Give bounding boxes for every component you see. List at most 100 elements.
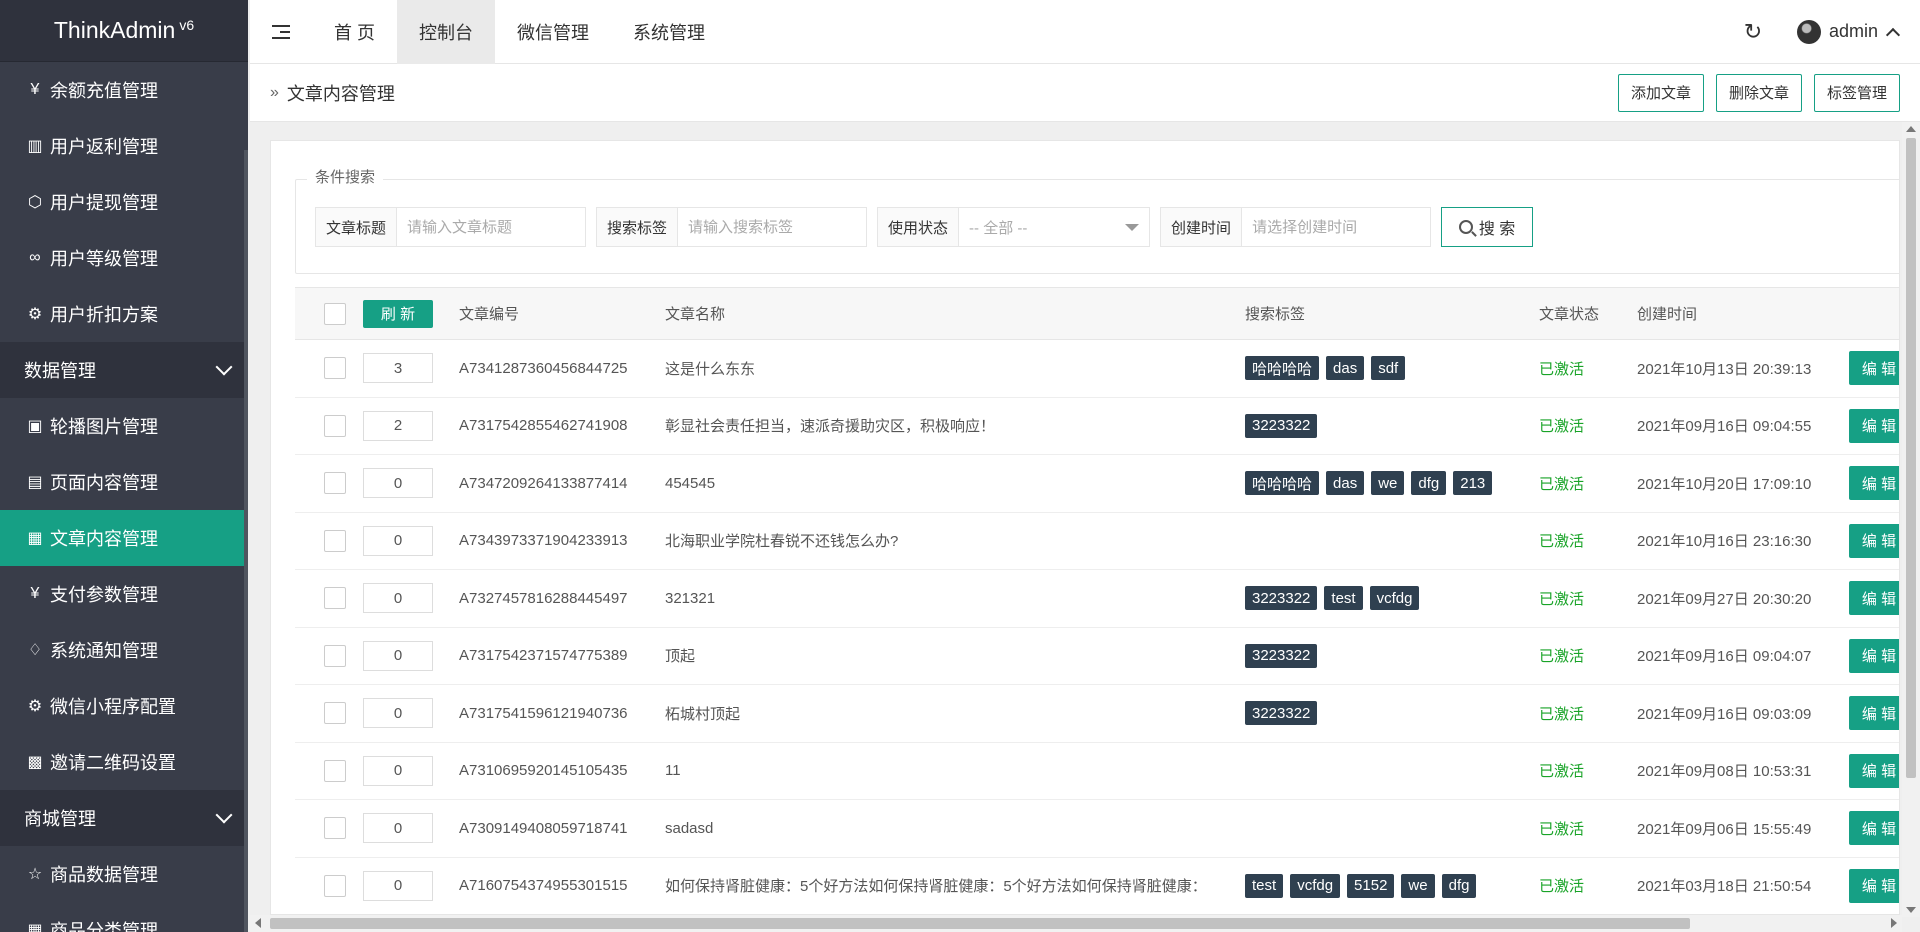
- user-menu[interactable]: admin: [1781, 0, 1920, 64]
- sidebar-item[interactable]: ⚙ 微信小程序配置: [0, 678, 248, 734]
- edit-button[interactable]: 编 辑: [1849, 753, 1899, 788]
- scroll-right-icon[interactable]: [1891, 918, 1897, 928]
- top-tab[interactable]: 首 页: [312, 0, 397, 64]
- sidebar-item[interactable]: ⚙ 用户折扣方案: [0, 286, 248, 342]
- edit-button[interactable]: 编 辑: [1849, 523, 1899, 558]
- time-search-input[interactable]: [1242, 208, 1431, 246]
- sidebar-item[interactable]: ⬡ 用户提现管理: [0, 174, 248, 230]
- sidebar-item[interactable]: ♢ 系统通知管理: [0, 622, 248, 678]
- top-tab[interactable]: 控制台: [397, 0, 496, 64]
- edit-button[interactable]: 编 辑: [1849, 696, 1899, 731]
- app-logo[interactable]: ThinkAdmin v6: [0, 0, 248, 62]
- sort-input[interactable]: 0: [363, 755, 433, 786]
- article-tags: 哈哈哈哈 das we dfg 213: [1245, 471, 1539, 496]
- article-code: A7347209264133877414: [459, 474, 628, 492]
- edit-button[interactable]: 编 辑: [1849, 811, 1899, 846]
- sidebar-item[interactable]: ¥ 余额充值管理: [0, 62, 248, 118]
- sort-input[interactable]: 2: [363, 410, 433, 441]
- chevron-down-icon: [215, 806, 233, 824]
- row-checkbox[interactable]: [324, 644, 346, 667]
- status-badge: 已激活: [1539, 590, 1585, 608]
- sort-input[interactable]: 0: [363, 698, 433, 729]
- sidebar-group-shop[interactable]: 商城管理: [0, 790, 248, 846]
- page-horizontal-scrollbar[interactable]: [250, 915, 1902, 932]
- tag-badge: 213: [1453, 471, 1493, 496]
- header-status: 文章状态: [1539, 306, 1600, 323]
- article-name: sadasd: [665, 819, 714, 837]
- menu-fold-icon: [272, 24, 290, 39]
- search-button[interactable]: 搜 索: [1441, 207, 1534, 247]
- page-vertical-scrollbar[interactable]: [1902, 122, 1920, 917]
- edit-button[interactable]: 编 辑: [1849, 581, 1899, 616]
- edit-button[interactable]: 编 辑: [1849, 466, 1899, 501]
- sidebar-item[interactable]: ☆ 商品数据管理: [0, 846, 248, 902]
- time-filter: 创建时间: [1160, 207, 1432, 247]
- top-tab[interactable]: 系统管理: [611, 0, 727, 64]
- sidebar-item[interactable]: ▩ 邀请二维码设置: [0, 734, 248, 790]
- tag-manage-button[interactable]: 标签管理: [1813, 73, 1900, 112]
- sidebar-item-label: 轮播图片管理: [50, 417, 158, 437]
- edit-button[interactable]: 编 辑: [1849, 408, 1899, 443]
- sort-input[interactable]: 0: [363, 870, 433, 901]
- row-checkbox[interactable]: [324, 874, 346, 897]
- row-checkbox[interactable]: [324, 529, 346, 552]
- sidebar-item-label: 用户提现管理: [50, 193, 158, 213]
- edit-button[interactable]: 编 辑: [1849, 868, 1899, 903]
- refresh-icon[interactable]: ↻: [1725, 0, 1781, 64]
- sidebar-group-data[interactable]: 数据管理: [0, 342, 248, 398]
- top-tab[interactable]: 微信管理: [495, 0, 611, 64]
- row-checkbox[interactable]: [324, 357, 346, 380]
- row-checkbox[interactable]: [324, 587, 346, 610]
- sort-input[interactable]: 0: [363, 525, 433, 556]
- edit-button[interactable]: 编 辑: [1849, 638, 1899, 673]
- row-checkbox[interactable]: [324, 759, 346, 782]
- tag-badge: test: [1245, 873, 1284, 898]
- select-all-checkbox[interactable]: [324, 302, 346, 325]
- scroll-left-icon[interactable]: [255, 918, 261, 928]
- row-checkbox[interactable]: [324, 472, 346, 495]
- avatar: [1796, 19, 1821, 44]
- gear-icon: ⚙: [27, 698, 43, 715]
- article-name: 454545: [665, 474, 716, 492]
- scroll-up-icon[interactable]: [1906, 126, 1916, 132]
- sort-input[interactable]: 3: [363, 353, 433, 384]
- scroll-down-icon[interactable]: [1906, 907, 1916, 913]
- tag-badge: we: [1401, 873, 1435, 898]
- tag-search-input[interactable]: [678, 208, 867, 246]
- sidebar-item[interactable]: ¥ 支付参数管理: [0, 566, 248, 622]
- title-search-input[interactable]: [397, 208, 586, 246]
- chevron-up-icon: [1885, 27, 1901, 42]
- row-checkbox[interactable]: [324, 817, 346, 840]
- row-checkbox[interactable]: [324, 414, 346, 437]
- sidebar-item-label: 微信小程序配置: [50, 697, 176, 717]
- delete-article-button[interactable]: 删除文章: [1715, 73, 1802, 112]
- cube-icon: ⬡: [28, 194, 42, 211]
- top-bar: 首 页控制台 微信管理 系统管理 ↻ admin: [250, 0, 1920, 64]
- sort-input[interactable]: 0: [363, 813, 433, 844]
- scroll-thumb[interactable]: [1906, 138, 1916, 778]
- sidebar-item[interactable]: ▦ 商品分类管理: [0, 902, 248, 932]
- status-select[interactable]: -- 全部 --: [959, 208, 1149, 246]
- table-row: 0 A7310695920145105435 11 已激活 2021年09月08日 10…: [295, 743, 1899, 800]
- sort-input[interactable]: 0: [363, 583, 433, 614]
- sidebar-item-label: 系统通知管理: [50, 641, 158, 661]
- edit-button[interactable]: 编 辑: [1849, 351, 1899, 386]
- sidebar-item[interactable]: ▤ 页面内容管理: [0, 454, 248, 510]
- yen-icon: ¥: [30, 585, 40, 602]
- status-badge: 已激活: [1539, 820, 1585, 838]
- scroll-thumb[interactable]: [270, 918, 1690, 929]
- sort-input[interactable]: 0: [363, 468, 433, 499]
- refresh-sort-button[interactable]: 刷 新: [363, 299, 433, 328]
- sidebar-item[interactable]: ▥ 用户返利管理: [0, 118, 248, 174]
- add-article-button[interactable]: 添加文章: [1617, 73, 1704, 112]
- sidebar-item[interactable]: ∞ 用户等级管理: [0, 230, 248, 286]
- article-tags: 3223322 test vcfdg: [1245, 586, 1539, 611]
- sidebar-item[interactable]: ▣ 轮播图片管理: [0, 398, 248, 454]
- tag-filter: 搜索标签: [596, 207, 868, 247]
- row-checkbox[interactable]: [324, 702, 346, 725]
- created-time: 2021年09月16日 09:03:09: [1637, 705, 1812, 723]
- menu-toggle-button[interactable]: [250, 0, 312, 64]
- sort-input[interactable]: 0: [363, 640, 433, 671]
- sidebar-item[interactable]: ▦ 文章内容管理: [0, 510, 248, 566]
- sidebar-scrollbar[interactable]: [244, 150, 248, 932]
